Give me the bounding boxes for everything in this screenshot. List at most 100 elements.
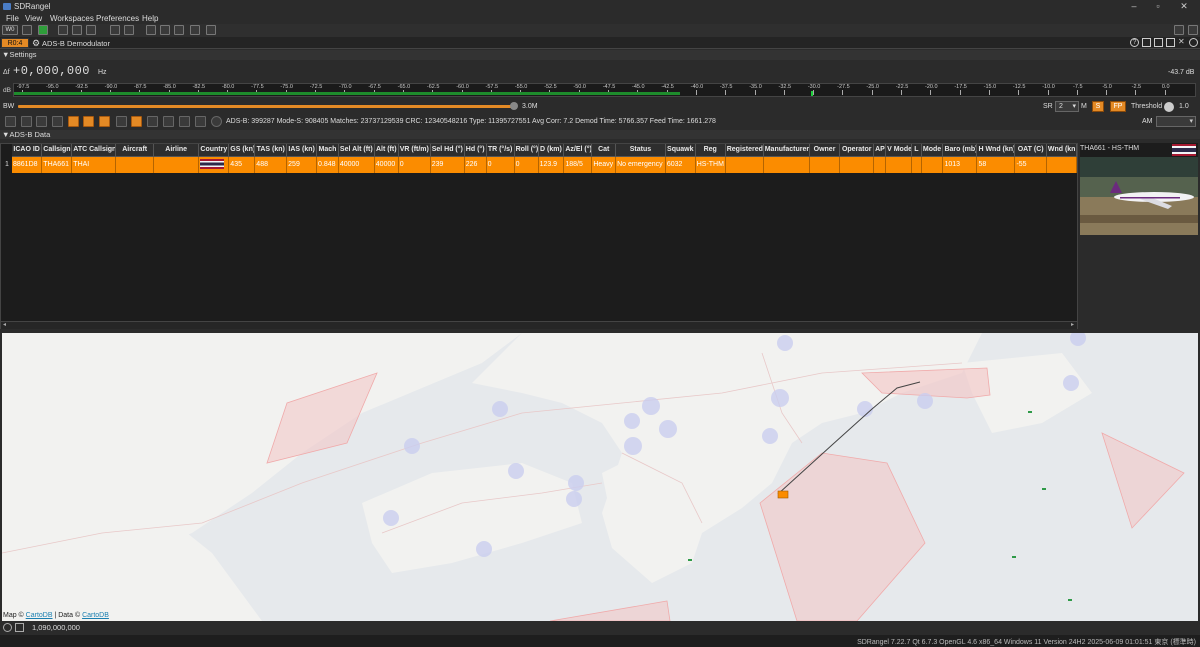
all-flight-paths-icon[interactable] xyxy=(83,116,94,127)
column-header[interactable]: H Wnd (kn) xyxy=(976,144,1016,157)
s-toggle-button[interactable]: S xyxy=(1092,101,1104,112)
cascade-icon[interactable] xyxy=(146,25,156,35)
sr-select[interactable]: 2 ▾ xyxy=(1055,101,1079,112)
start-icon[interactable] xyxy=(38,25,48,35)
list-icon[interactable] xyxy=(52,116,63,127)
help-icon[interactable]: ? xyxy=(1130,38,1139,47)
gear-icon[interactable]: ⚙ xyxy=(32,39,40,48)
save-icon[interactable] xyxy=(179,116,190,127)
column-header[interactable]: Sel Hd (°) xyxy=(430,144,465,157)
fp-toggle-button[interactable]: FP xyxy=(1110,101,1126,112)
column-header[interactable]: Mach xyxy=(316,144,339,157)
cartodb-data-link[interactable]: CartoDB xyxy=(82,612,109,619)
airplane-icon[interactable] xyxy=(5,116,16,127)
workspace-button[interactable]: W0 xyxy=(2,25,18,35)
am-select[interactable]: ▾ xyxy=(1156,116,1196,127)
column-header[interactable]: Baro (mb) xyxy=(942,144,978,157)
stack-vertical-icon[interactable] xyxy=(190,25,200,35)
column-header[interactable]: Operator xyxy=(839,144,875,157)
threshold-dial[interactable] xyxy=(1164,102,1174,112)
adsb-data-header[interactable]: ▼ADS-B Data xyxy=(0,130,1200,139)
column-header[interactable]: L xyxy=(911,144,922,157)
column-header[interactable]: TAS (kn) xyxy=(254,144,288,157)
column-header[interactable]: Manufacturer xyxy=(763,144,810,157)
maximize-button[interactable]: ▫ xyxy=(1148,1,1168,12)
column-header[interactable]: AP xyxy=(873,144,887,157)
column-header[interactable]: IAS (kn) xyxy=(286,144,318,157)
column-header[interactable]: Sel Alt (ft) xyxy=(338,144,375,157)
radar-icon[interactable] xyxy=(36,116,47,127)
column-header[interactable]: Alt (ft) xyxy=(374,144,399,157)
column-header[interactable]: OAT (C) xyxy=(1014,144,1047,157)
tile-icon[interactable] xyxy=(160,25,170,35)
column-header[interactable]: ATC Callsign xyxy=(71,144,117,157)
column-header[interactable]: Mode xyxy=(921,144,944,157)
column-header[interactable]: Country xyxy=(198,144,230,157)
fullscreen-icon[interactable] xyxy=(1154,38,1163,47)
hide-icon[interactable] xyxy=(1188,25,1198,35)
horizontal-scrollbar[interactable]: ◂ ▸ xyxy=(1,321,1077,329)
info-icon[interactable] xyxy=(116,116,127,127)
column-header[interactable]: Callsign xyxy=(41,144,73,157)
column-header[interactable]: GS (kn) xyxy=(228,144,256,157)
printer-icon[interactable] xyxy=(195,116,206,127)
column-header[interactable]: Registered xyxy=(725,144,764,157)
menu-file[interactable]: File xyxy=(6,14,19,23)
crosshair-icon[interactable] xyxy=(211,116,222,127)
menu-help[interactable]: Help xyxy=(142,14,158,23)
mimo-icon[interactable] xyxy=(86,25,96,35)
maximize-channel-icon[interactable] xyxy=(1166,38,1175,47)
aircraft-marker[interactable] xyxy=(777,490,789,499)
airspace-icon[interactable] xyxy=(99,116,110,127)
column-header[interactable]: Status xyxy=(615,144,666,157)
cartodb-link[interactable]: CartoDB xyxy=(26,612,53,619)
menu-view[interactable]: View xyxy=(25,14,42,23)
stack-icon[interactable] xyxy=(174,25,184,35)
column-header[interactable]: D (km) xyxy=(538,144,565,157)
column-header[interactable]: Aircraft xyxy=(115,144,155,157)
column-header[interactable]: VR (ft/m) xyxy=(398,144,431,157)
hide-channel-icon[interactable] xyxy=(1189,38,1198,47)
column-header[interactable]: Az/El (°) xyxy=(563,144,593,157)
map-canvas[interactable] xyxy=(2,333,1198,621)
rx-icon[interactable] xyxy=(58,25,68,35)
flight-path-icon[interactable] xyxy=(68,116,79,127)
refresh-icon[interactable] xyxy=(15,623,24,632)
column-header[interactable]: Reg xyxy=(695,144,726,157)
table-row[interactable]: 8861D8 THA661 THAI 435 488 259 0.848 40000 40000… xyxy=(12,156,1078,173)
column-header[interactable]: Squawk xyxy=(665,144,696,157)
link-icon[interactable] xyxy=(163,116,174,127)
column-header[interactable]: Wnd (kn xyxy=(1046,144,1078,157)
minimize-button[interactable]: – xyxy=(1124,1,1144,12)
column-header[interactable]: Airline xyxy=(153,144,200,157)
auto-stack-icon[interactable] xyxy=(206,25,216,35)
speaker-icon[interactable] xyxy=(147,116,158,127)
close-channel-icon[interactable]: ✕ xyxy=(1178,37,1187,47)
column-header[interactable]: V Mode xyxy=(885,144,913,157)
menu-preferences[interactable]: Preferences xyxy=(96,14,139,23)
column-header[interactable]: ICAO ID xyxy=(12,144,43,157)
antenna-icon[interactable] xyxy=(131,116,142,127)
feature-set-icon[interactable] xyxy=(124,25,134,35)
tx-icon[interactable] xyxy=(72,25,82,35)
star-icon[interactable] xyxy=(22,25,32,35)
column-header[interactable]: TR (°/s) xyxy=(486,144,515,157)
dock-icon[interactable] xyxy=(1174,25,1184,35)
column-header[interactable]: Hd (°) xyxy=(464,144,487,157)
shrink-icon[interactable] xyxy=(1142,38,1151,47)
bw-slider-handle[interactable] xyxy=(510,102,518,110)
column-header[interactable]: Cat xyxy=(591,144,617,157)
column-header[interactable]: Roll (°) xyxy=(514,144,539,157)
feature-icon[interactable] xyxy=(110,25,120,35)
scroll-left-icon[interactable]: ◂ xyxy=(3,321,6,328)
column-header[interactable]: Owner xyxy=(809,144,841,157)
airport-icon[interactable] xyxy=(21,116,32,127)
scroll-right-icon[interactable]: ▸ xyxy=(1071,321,1074,328)
settings-header[interactable]: ▼Settings xyxy=(0,50,1200,60)
map-view[interactable] xyxy=(2,333,1198,621)
close-button[interactable]: ✕ xyxy=(1174,1,1194,12)
frequency-offset-dial[interactable]: +0,000,000 xyxy=(13,64,90,78)
settings-cog-icon[interactable] xyxy=(3,623,12,632)
bw-slider-track[interactable] xyxy=(18,105,513,108)
menu-workspaces[interactable]: Workspaces xyxy=(50,14,94,23)
